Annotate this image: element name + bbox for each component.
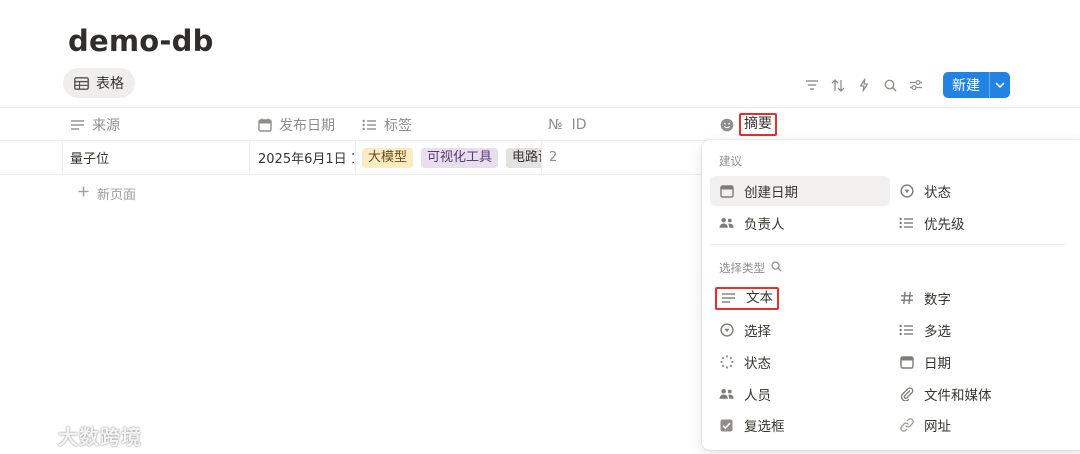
menu-item-url[interactable]: 网址	[890, 410, 1065, 440]
column-label: 来源	[92, 117, 120, 134]
menu-item-label: 文件和媒体	[924, 388, 992, 404]
column-header-source[interactable]: 来源	[70, 108, 120, 141]
people-icon	[719, 216, 734, 231]
menu-item-text[interactable]: 文本	[710, 283, 890, 313]
tab-label: 表格	[96, 76, 124, 92]
menu-item-priority[interactable]: 优先级	[890, 208, 1065, 238]
new-page-label: 新页面	[97, 188, 137, 203]
column-divider	[541, 141, 542, 174]
column-label: 发布日期	[279, 117, 335, 134]
table-icon	[74, 76, 89, 90]
menu-item-multi-select[interactable]: 多选	[890, 315, 1065, 345]
property-type-menu: 建议 创建日期 状态 负责人 优先级 选择类型 文本 数字 选择 多选 状态 日…	[702, 140, 1080, 450]
highlight-box: 文本	[715, 286, 779, 310]
status-circle-icon	[899, 184, 914, 199]
menu-item-label: 文本	[746, 289, 773, 306]
menu-item-label: 网址	[924, 419, 951, 435]
calendar-icon	[258, 118, 272, 132]
menu-item-date[interactable]: 日期	[890, 347, 1065, 377]
sort-icon[interactable]	[829, 76, 847, 94]
cell-tags[interactable]: 大模型 可视化工具 电路训	[362, 141, 541, 174]
menu-item-label: 日期	[924, 356, 951, 372]
table-header: 来源 发布日期 标签 № ID 摘要	[0, 107, 1080, 141]
column-label[interactable]: 摘要	[739, 113, 777, 136]
menu-divider	[710, 244, 1065, 245]
loading-dots-icon	[719, 355, 734, 370]
menu-item-assignee[interactable]: 负责人	[710, 208, 890, 238]
watermark-text: 大数跨境	[58, 425, 142, 449]
list-icon	[899, 216, 914, 231]
menu-section-types: 选择类型	[719, 260, 782, 276]
menu-item-label: 多选	[924, 324, 951, 340]
menu-item-label: 负责人	[744, 217, 785, 233]
menu-item-label: 优先级	[924, 217, 965, 233]
chevron-down-icon[interactable]	[989, 72, 1010, 98]
cell-source[interactable]: 量子位	[70, 141, 240, 174]
paperclip-icon	[899, 387, 914, 402]
settings-sliders-icon[interactable]	[907, 76, 925, 94]
menu-item-person[interactable]: 人员	[710, 379, 890, 409]
column-divider	[355, 141, 356, 174]
search-icon[interactable]	[881, 76, 899, 94]
menu-item-label: 人员	[744, 388, 771, 404]
cell-date[interactable]: 2025年6月1日 1:	[258, 141, 354, 174]
tag-chip: 大模型	[362, 147, 414, 168]
text-lines-icon	[70, 119, 85, 131]
menu-section-label: 选择类型	[719, 261, 765, 275]
link-icon	[899, 418, 914, 433]
menu-item-label: 状态	[744, 356, 771, 372]
text-lines-icon	[721, 291, 736, 306]
new-button-label[interactable]: 新建	[943, 72, 989, 98]
column-label: ID	[571, 116, 587, 133]
column-label: 标签	[384, 117, 412, 134]
menu-item-files-media[interactable]: 文件和媒体	[890, 379, 1065, 409]
column-divider	[249, 141, 250, 174]
menu-item-label: 创建日期	[744, 185, 798, 201]
column-header-id[interactable]: № ID	[548, 108, 586, 141]
filter-icon[interactable]	[803, 76, 821, 94]
menu-item-checkbox[interactable]: 复选框	[710, 410, 890, 440]
menu-section-suggest: 建议	[719, 154, 742, 168]
watermark-logo-icon	[10, 420, 52, 451]
column-header-tags[interactable]: 标签	[362, 108, 412, 141]
select-circle-icon	[719, 323, 734, 338]
calendar-icon	[719, 184, 734, 199]
tag-chip: 电路训	[506, 147, 541, 168]
menu-item-label: 状态	[924, 185, 951, 201]
plus-icon	[78, 186, 89, 201]
menu-item-label: 选择	[744, 324, 771, 340]
cell-id[interactable]: 2	[549, 141, 649, 174]
menu-item-status[interactable]: 状态	[710, 347, 890, 377]
column-header-summary[interactable]: 摘要	[720, 108, 777, 141]
list-icon	[362, 119, 377, 131]
new-page-button[interactable]: 新页面	[78, 184, 136, 203]
new-button[interactable]: 新建	[943, 72, 1010, 98]
checkbox-icon	[719, 418, 734, 433]
lightning-icon[interactable]	[855, 76, 873, 94]
people-icon	[719, 387, 734, 402]
calendar-icon	[899, 355, 914, 370]
menu-item-status-suggest[interactable]: 状态	[890, 176, 1065, 206]
emoji-face-icon	[720, 118, 734, 132]
tag-chip: 可视化工具	[421, 147, 499, 168]
hash-icon	[899, 291, 914, 306]
menu-item-select[interactable]: 选择	[710, 315, 890, 345]
page-title: demo-db	[68, 24, 214, 58]
menu-item-label: 复选框	[744, 419, 785, 435]
column-header-date[interactable]: 发布日期	[258, 108, 335, 141]
tab-table-view[interactable]: 表格	[63, 68, 135, 98]
number-sign-icon: №	[548, 116, 563, 133]
menu-item-number[interactable]: 数字	[890, 283, 1065, 313]
menu-item-created-time[interactable]: 创建日期	[710, 176, 890, 206]
menu-item-label: 数字	[924, 292, 951, 308]
column-divider	[62, 141, 63, 174]
search-icon[interactable]	[771, 261, 782, 275]
watermark: 大数跨境	[10, 420, 142, 451]
list-icon	[899, 323, 914, 338]
database-toolbar: 新建	[803, 72, 1010, 98]
